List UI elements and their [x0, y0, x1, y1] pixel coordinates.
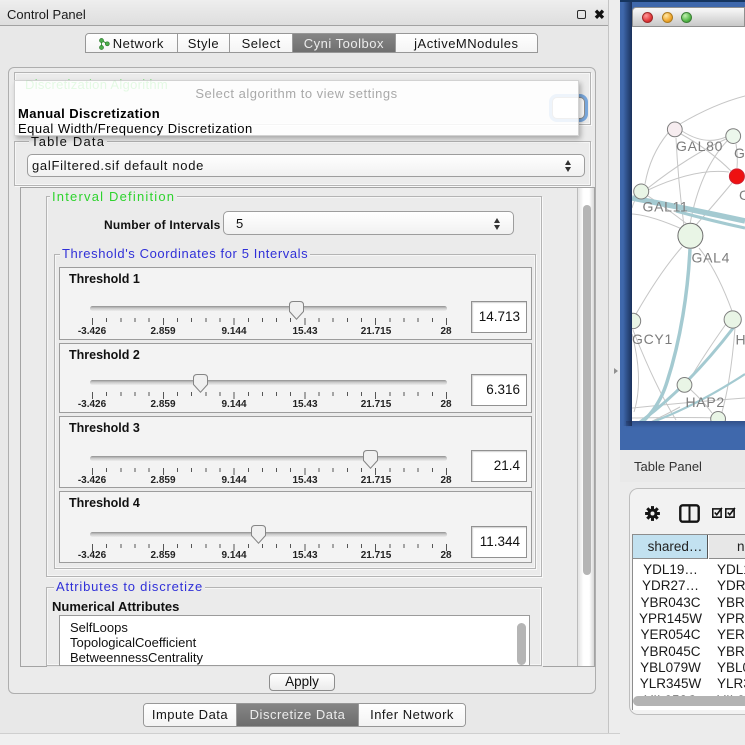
- svg-text:H: H: [736, 332, 745, 348]
- svg-text:GA: GA: [734, 145, 745, 161]
- svg-text:GAL4: GAL4: [692, 250, 731, 266]
- svg-text:GAL80: GAL80: [676, 138, 723, 154]
- svg-text:HAP2: HAP2: [686, 394, 725, 410]
- svg-text:GCY1: GCY1: [632, 331, 673, 347]
- svg-text:C: C: [739, 187, 745, 203]
- svg-text:GAL11: GAL11: [643, 199, 689, 215]
